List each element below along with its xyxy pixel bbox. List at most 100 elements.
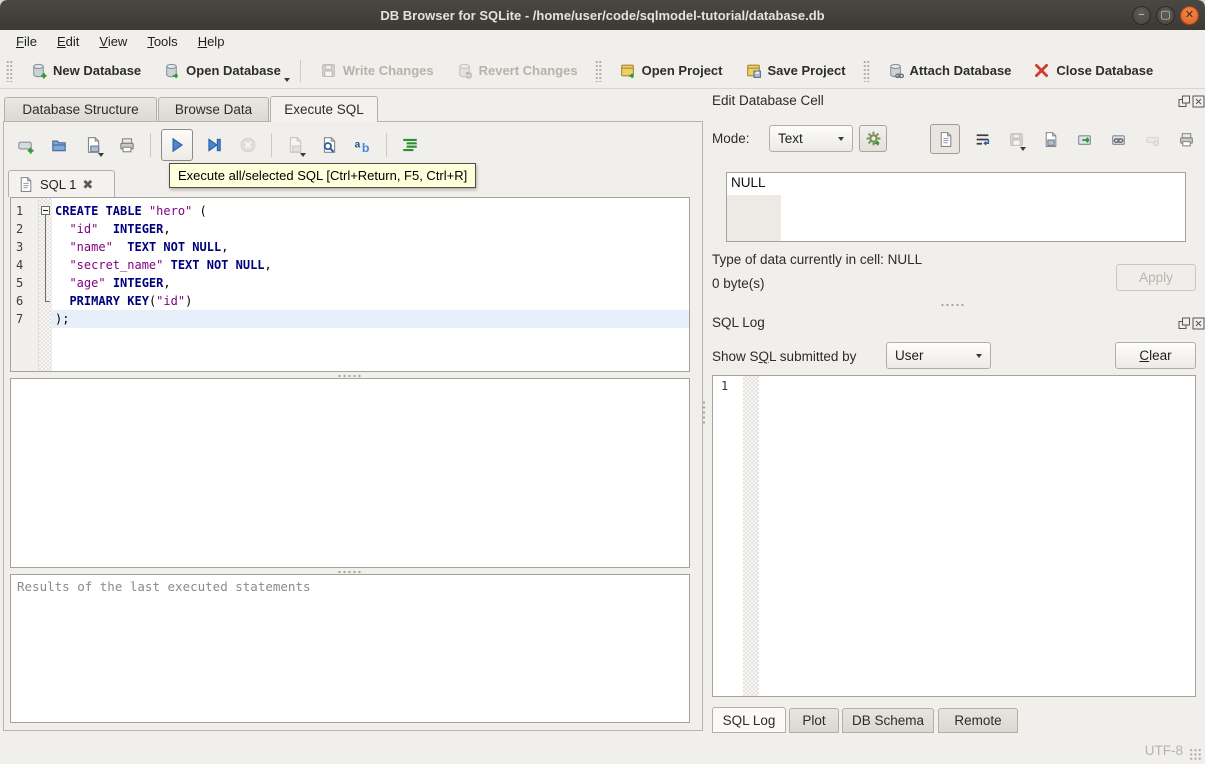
apply-mode-button[interactable]: [859, 125, 887, 152]
text-view-button[interactable]: [930, 124, 960, 154]
clear-log-button[interactable]: Clear: [1115, 342, 1196, 369]
word-wrap-button[interactable]: [970, 126, 994, 152]
dropdown-arrow-icon[interactable]: [1020, 147, 1026, 151]
import-cell-data-button[interactable]: [1038, 126, 1062, 152]
cell-value-editor[interactable]: NULL: [726, 172, 1186, 242]
line-number: 2: [16, 222, 24, 236]
tab-label: Browse Data: [174, 102, 253, 117]
revert-changes-label: Revert Changes: [478, 63, 578, 78]
dock-tab-plot[interactable]: Plot: [789, 708, 839, 733]
sql-editor-toolbar: ab: [12, 128, 423, 162]
results-placeholder: Results of the last executed statements: [17, 579, 311, 594]
toggle-word-case-button[interactable]: ab: [350, 132, 376, 158]
close-tab-icon[interactable]: ✖: [82, 178, 93, 191]
changes-revert-icon: [456, 62, 473, 79]
cell-editor-margin: [727, 195, 781, 241]
open-project-button[interactable]: Open Project: [608, 58, 734, 83]
results-message-pane[interactable]: Results of the last executed statements: [10, 574, 690, 723]
database-open-icon: [163, 62, 180, 79]
dropdown-arrow-icon[interactable]: [283, 78, 290, 82]
minimize-button[interactable]: −: [1132, 6, 1151, 25]
tab-execute-sql[interactable]: Execute SQL: [270, 96, 378, 122]
project-open-icon: [619, 62, 636, 79]
fold-marker[interactable]: [39, 202, 52, 220]
dock-close-icon[interactable]: [1192, 317, 1205, 330]
line-number: 4: [16, 258, 24, 272]
dock-float-icon[interactable]: [1178, 317, 1191, 330]
tab-label: Execute SQL: [284, 102, 364, 117]
toolbar-separator: [150, 133, 151, 157]
save-cell-data-button: [1004, 126, 1028, 152]
find-in-sql-button[interactable]: [316, 132, 342, 158]
resize-grip[interactable]: [1189, 748, 1202, 761]
sql-log-view[interactable]: 1: [712, 375, 1196, 697]
execute-current-line-button[interactable]: [201, 132, 227, 158]
menu-item-edit[interactable]: Edit: [47, 32, 89, 51]
maximize-button[interactable]: ▢: [1156, 6, 1175, 25]
tooltip: Execute all/selected SQL [Ctrl+Return, F…: [169, 163, 477, 188]
dock-tab-sql-log[interactable]: SQL Log: [712, 707, 786, 733]
dropdown-arrow-icon[interactable]: [98, 153, 104, 157]
new-database-button[interactable]: New Database: [19, 58, 152, 83]
toolbar-handle[interactable]: [6, 59, 13, 82]
open-sql-file-new-tab-button[interactable]: [80, 132, 106, 158]
open-sql-file-icon: [50, 136, 68, 154]
sql-editor-tab-label: SQL 1: [40, 176, 77, 192]
attach-database-button[interactable]: Attach Database: [876, 58, 1023, 83]
dock-splitter-handle[interactable]: [940, 303, 966, 307]
line-number-gutter: 1 2 3 4 5 6 7: [11, 198, 39, 371]
sql-log-filter-label: Show SQL submitted by: [712, 349, 857, 364]
tab-database-structure[interactable]: Database Structure: [4, 97, 157, 121]
execute-all-sql-button[interactable]: [161, 129, 193, 161]
save-project-button[interactable]: Save Project: [734, 58, 857, 83]
toolbar-separator: [386, 133, 387, 157]
sql-code-editor[interactable]: 1 2 3 4 5 6 7 CREATE TABLE "hero" ( "id" INTEG…: [10, 197, 690, 372]
print-cell-button[interactable]: [1174, 126, 1198, 152]
new-sql-tab-button[interactable]: [12, 132, 38, 158]
code-area[interactable]: CREATE TABLE "hero" ( "id" INTEGER, "nam…: [51, 198, 689, 371]
db-browser-window: DB Browser for SQLite - /home/user/code/…: [0, 0, 1205, 764]
line-number: 7: [16, 312, 24, 326]
toolbar-handle[interactable]: [594, 59, 602, 82]
menu-item-tools[interactable]: Tools: [137, 32, 187, 51]
titlebar: DB Browser for SQLite - /home/user/code/…: [0, 0, 1205, 30]
set-cell-null-button: [1140, 126, 1164, 152]
menu-item-file[interactable]: File: [6, 32, 47, 51]
dock-tab-remote[interactable]: Remote: [938, 708, 1018, 733]
tab-browse-data[interactable]: Browse Data: [158, 97, 269, 121]
fold-margin[interactable]: [39, 198, 52, 371]
close-database-button[interactable]: Close Database: [1022, 58, 1164, 83]
code-line: "age" INTEGER,: [69, 276, 171, 290]
dock-float-icon[interactable]: [1178, 95, 1191, 108]
menu-item-help[interactable]: Help: [188, 32, 235, 51]
dropdown-arrow-icon[interactable]: [300, 153, 306, 157]
mode-select[interactable]: Text: [769, 125, 853, 152]
cell-editor-toolbar: [930, 124, 1198, 154]
print-sql-button[interactable]: [114, 132, 140, 158]
open-as-link-icon: [1110, 131, 1127, 148]
close-database-label: Close Database: [1056, 63, 1154, 78]
open-project-label: Open Project: [641, 63, 723, 78]
format-sql-button[interactable]: [397, 132, 423, 158]
svg-text:a: a: [355, 139, 361, 150]
mode-label: Mode:: [712, 131, 750, 146]
close-button[interactable]: ✕: [1180, 6, 1199, 25]
toolbar-handle[interactable]: [862, 59, 870, 82]
results-grid-pane[interactable]: [10, 378, 690, 568]
fold-marker: [39, 274, 52, 292]
code-line: "id" INTEGER,: [69, 222, 171, 236]
fold-marker: [39, 292, 52, 310]
sql-editor-tab[interactable]: SQL 1 ✖: [8, 170, 115, 197]
panel-splitter-handle[interactable]: [702, 400, 706, 426]
open-database-button[interactable]: Open Database: [152, 58, 292, 83]
save-results-icon: [286, 136, 304, 154]
dock-close-icon[interactable]: [1192, 95, 1205, 108]
open-sql-file-button[interactable]: [46, 132, 72, 158]
dock-tab-db-schema[interactable]: DB Schema: [842, 708, 934, 733]
menu-item-view[interactable]: View: [89, 32, 137, 51]
export-cell-data-button[interactable]: [1072, 126, 1096, 152]
fold-marker: [39, 220, 52, 238]
open-as-link-button[interactable]: [1106, 126, 1130, 152]
sql-log-filter-select[interactable]: User: [886, 342, 991, 369]
text-view-icon: [937, 131, 954, 148]
